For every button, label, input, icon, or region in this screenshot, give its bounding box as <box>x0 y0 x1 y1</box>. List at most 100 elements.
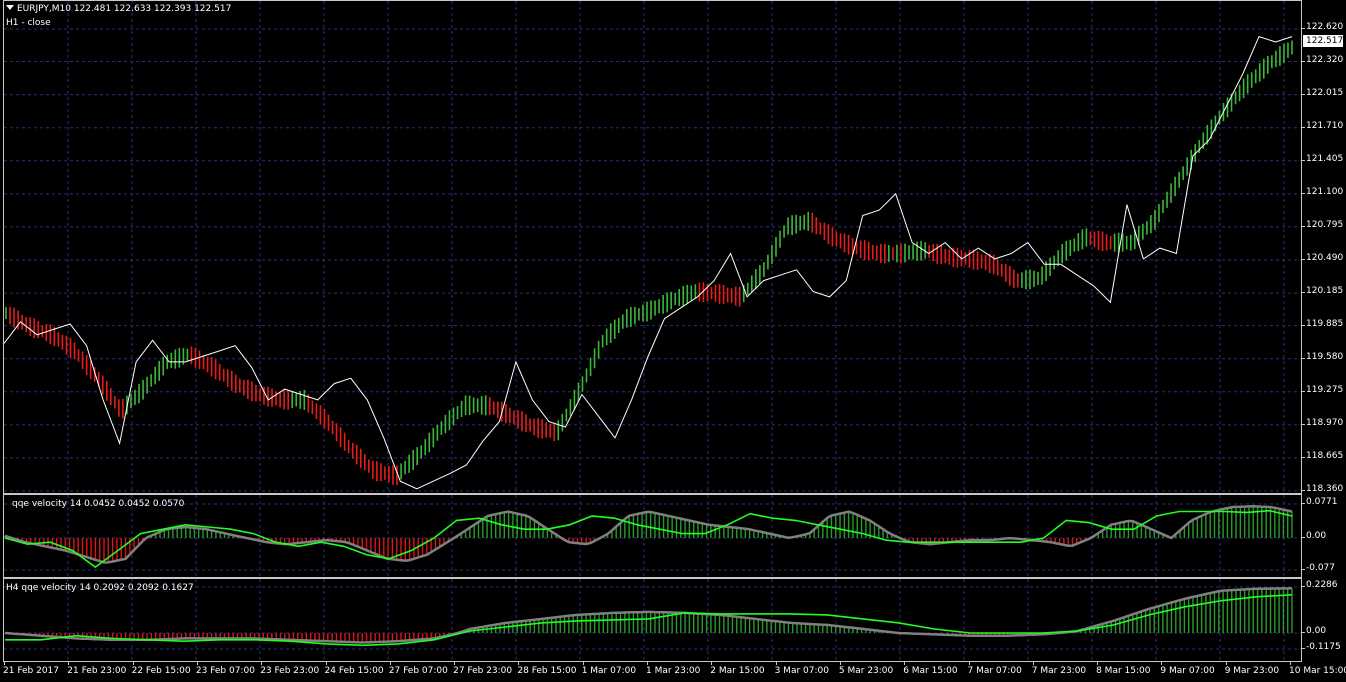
time-axis-label: 21 Feb 23:00 <box>67 666 127 676</box>
price-axis-tick <box>1301 93 1305 95</box>
main-plot-area[interactable] <box>3 0 1302 494</box>
indicator-axis-tick <box>1301 537 1305 538</box>
qqe-m10-title: qqe velocity 14 0.0452 0.0452 0.0570 <box>12 499 185 509</box>
price-axis-tick <box>1301 490 1305 491</box>
qqe-h4-pane[interactable]: H4 qqe velocity 14 0.2092 0.2092 0.1627 … <box>0 578 1346 662</box>
indicator-axis-tick <box>1301 632 1305 633</box>
main-title-text: EURJPY,M10 122.481 122.633 122.393 122.5… <box>17 4 232 14</box>
price-axis-label: 118.970 <box>1306 417 1344 428</box>
time-axis-tick <box>68 661 70 665</box>
time-axis-label: 2 Mar 15:00 <box>710 666 765 676</box>
price-axis-label: 122.015 <box>1306 87 1344 98</box>
main-title: EURJPY,M10 122.481 122.633 122.393 122.5… <box>6 4 231 14</box>
price-axis-tick <box>1301 126 1305 128</box>
time-axis-tick <box>196 661 198 665</box>
current-price-label: 122.517 <box>1303 35 1343 47</box>
signal-line <box>4 509 1293 569</box>
time-axis-label: 24 Feb 15:00 <box>324 666 384 676</box>
time-axis-label: 3 Mar 07:00 <box>774 666 829 676</box>
time-axis-tick <box>582 661 584 665</box>
price-axis-label: 122.320 <box>1306 54 1344 65</box>
indicator-axis-label: 0.2286 <box>1306 580 1338 590</box>
time-axis-tick <box>1097 661 1099 665</box>
time-axis-tick <box>389 661 391 665</box>
price-axis-label: 119.275 <box>1306 384 1344 395</box>
qqe-m10-plot-area[interactable] <box>3 494 1302 578</box>
price-axis-tick <box>1301 225 1305 227</box>
qqe-h4-title: H4 qqe velocity 14 0.2092 0.2092 0.1627 <box>6 583 194 593</box>
price-axis-label: 120.795 <box>1306 219 1344 230</box>
price-axis-label: 121.710 <box>1306 120 1344 131</box>
time-axis-tick <box>647 661 648 665</box>
indicator-axis-label: 0.0771 <box>1306 497 1338 507</box>
price-axis-label: 119.580 <box>1306 351 1344 362</box>
time-axis-tick <box>904 661 906 665</box>
close-price-line <box>4 35 1293 490</box>
main-price-pane[interactable]: EURJPY,M10 122.481 122.633 122.393 122.5… <box>0 0 1346 494</box>
time-axis-label: 27 Feb 23:00 <box>453 666 513 676</box>
price-axis-label: 119.885 <box>1306 318 1344 329</box>
time-axis-label: 22 Feb 15:00 <box>131 666 191 676</box>
time-axis-label: 21 Feb 2017 <box>3 666 60 676</box>
main-chart-svg <box>4 1 1301 493</box>
indicator-axis-tick <box>1301 569 1305 570</box>
indicator-axis-label: 0.00 <box>1306 626 1327 636</box>
indicator-axis-label: 0.00 <box>1306 531 1327 541</box>
time-axis-label: 5 Mar 23:00 <box>838 666 894 676</box>
time-axis-tick <box>1161 661 1163 665</box>
time-axis-tick <box>1290 661 1291 665</box>
qqe-m10-svg <box>4 495 1301 577</box>
time-axis-tick <box>775 661 777 665</box>
time-axis-label: 7 Mar 23:00 <box>1031 666 1087 676</box>
time-axis-tick <box>454 661 456 665</box>
time-axis-label: 7 Mar 07:00 <box>967 666 1022 676</box>
price-axis-label: 122.620 <box>1306 22 1344 32</box>
dropdown-triangle-icon[interactable] <box>6 5 14 10</box>
time-axis-label: 9 Mar 23:00 <box>1224 666 1280 676</box>
time-axis-tick <box>325 661 327 665</box>
time-axis-label: 1 Mar 07:00 <box>581 666 637 676</box>
time-axis-tick <box>132 661 134 665</box>
time-axis-label: 6 Mar 15:00 <box>903 666 958 676</box>
time-axis-label: 1 Mar 23:00 <box>646 666 701 676</box>
time-axis-tick <box>4 661 5 665</box>
price-axis-tick <box>1301 259 1305 260</box>
time-axis-label: 23 Feb 23:00 <box>260 666 320 676</box>
time-axis-label: 9 Mar 07:00 <box>1160 666 1215 676</box>
qqe-h4-plot-area[interactable] <box>3 578 1302 662</box>
main-subtitle: H1 - close <box>6 18 51 28</box>
price-axis-label: 121.405 <box>1306 153 1344 164</box>
price-axis-tick <box>1301 192 1305 194</box>
price-axis-label: 118.665 <box>1306 450 1344 461</box>
price-axis-label: 118.360 <box>1306 484 1344 494</box>
price-axis-tick <box>1301 423 1305 425</box>
time-axis-tick <box>1032 661 1034 665</box>
time-axis-label: 8 Mar 15:00 <box>1096 666 1151 676</box>
qqe-h4-svg <box>4 579 1301 661</box>
time-axis-tick <box>518 661 520 665</box>
price-axis-tick <box>1301 292 1305 294</box>
indicator-axis-label: -0.1175 <box>1306 642 1341 652</box>
time-axis-tick <box>1225 661 1227 665</box>
time-axis-tick <box>839 661 841 665</box>
indicator-axis-tick <box>1301 586 1305 587</box>
time-axis-label: 10 Mar 15:00 <box>1289 666 1346 676</box>
indicator-axis-tick <box>1301 648 1305 649</box>
indicator-axis-tick <box>1301 503 1305 504</box>
price-axis-label: 120.490 <box>1306 253 1344 263</box>
time-axis-label: 27 Feb 07:00 <box>388 666 448 676</box>
price-axis-label: 121.100 <box>1306 186 1344 197</box>
time-axis-label: 23 Feb 07:00 <box>195 666 255 676</box>
price-axis-tick <box>1301 159 1305 161</box>
price-axis-tick <box>1301 390 1305 392</box>
qqe-m10-pane[interactable]: qqe velocity 14 0.0452 0.0452 0.0570 0.0… <box>0 494 1346 578</box>
price-axis-tick <box>1301 60 1305 62</box>
price-axis-tick <box>1301 357 1305 359</box>
indicator-axis-label: -0.077 <box>1306 563 1336 573</box>
time-axis-label: 28 Feb 15:00 <box>517 666 577 676</box>
price-axis-tick <box>1301 28 1305 29</box>
time-axis-tick <box>968 661 970 665</box>
price-axis-label: 120.185 <box>1306 286 1344 297</box>
price-axis-tick <box>1301 324 1305 326</box>
price-axis-tick <box>1301 456 1305 458</box>
